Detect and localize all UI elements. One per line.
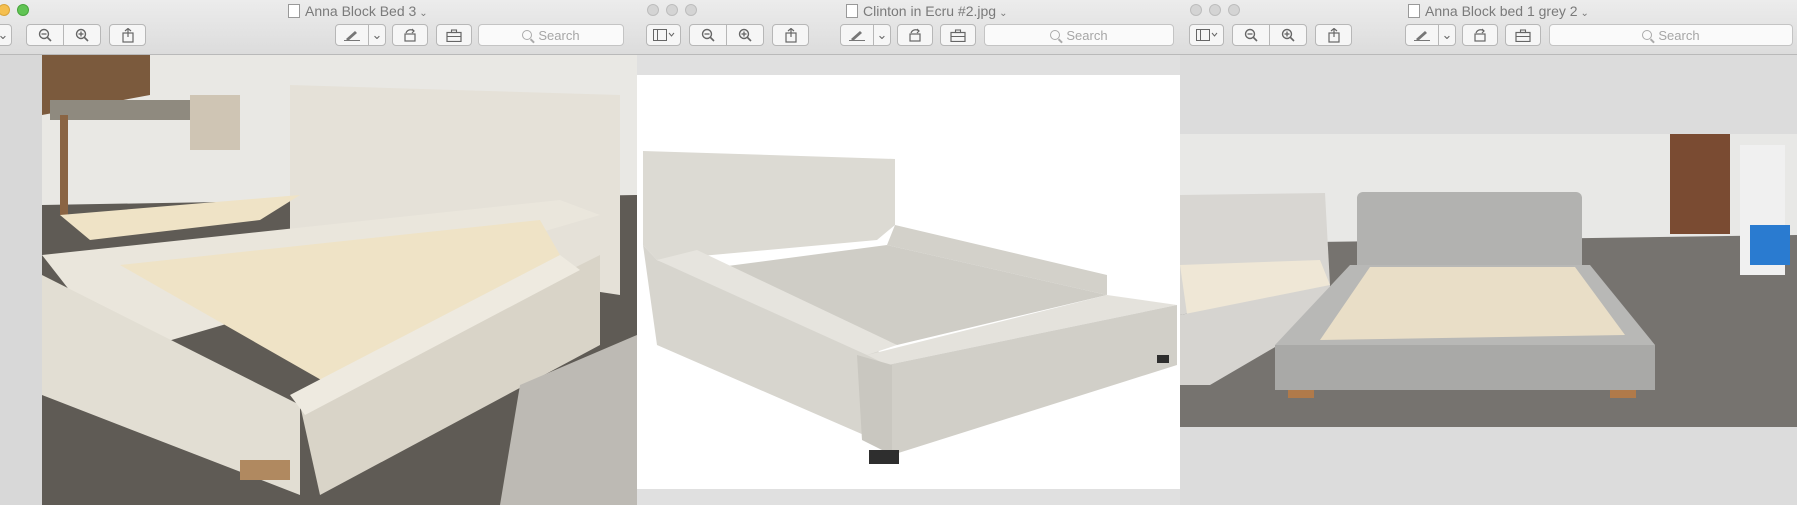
rotate-button[interactable] bbox=[897, 24, 933, 46]
chevron-down-icon: ⌄ bbox=[419, 8, 428, 19]
image-canvas bbox=[1180, 55, 1797, 505]
rotate-icon bbox=[404, 28, 416, 42]
bed-photo-anna-block-3 bbox=[0, 55, 637, 505]
window-2-traffic-lights bbox=[647, 3, 704, 21]
search-placeholder: Search bbox=[1066, 27, 1108, 43]
document-icon bbox=[1408, 4, 1420, 18]
share-button[interactable] bbox=[772, 24, 809, 46]
markup-button[interactable] bbox=[335, 24, 369, 46]
share-icon bbox=[784, 27, 797, 43]
rotate-button[interactable] bbox=[1462, 24, 1498, 46]
window-1-toolbar: Anna Block Bed 3 ⌄ ⌄ ⌄ Search bbox=[0, 0, 637, 55]
window-2-toolbar: Clinton in Ecru #2.jpg ⌄ ⌄ Search bbox=[637, 0, 1180, 55]
sidebar-menu-button[interactable]: ⌄ bbox=[0, 24, 12, 46]
zoom-out-icon bbox=[38, 28, 52, 42]
sidebar-button[interactable] bbox=[1189, 24, 1224, 46]
image-canvas bbox=[0, 55, 637, 505]
toolbox-icon bbox=[950, 28, 966, 42]
search-icon bbox=[522, 30, 533, 40]
bed-photo-clinton-ecru bbox=[637, 55, 1180, 505]
window-1-title-text: Anna Block Bed 3 bbox=[305, 3, 417, 19]
markup-pen-icon bbox=[1414, 31, 1430, 41]
chevron-down-icon: ⌄ bbox=[1441, 27, 1453, 42]
markup-pen-icon bbox=[849, 31, 865, 41]
zoom-in-icon bbox=[738, 28, 752, 42]
share-button[interactable] bbox=[1315, 24, 1352, 46]
document-icon bbox=[846, 4, 858, 18]
zoom-in-button[interactable] bbox=[1269, 24, 1307, 46]
zoom-out-icon bbox=[1244, 28, 1258, 42]
preview-window-3: Anna Block bed 1 grey 2 ⌄ ⌄ Search bbox=[1180, 0, 1797, 505]
zoom-in-button[interactable] bbox=[726, 24, 764, 46]
toolbox-icon bbox=[1515, 28, 1531, 42]
zoom-in-icon bbox=[75, 28, 89, 42]
zoom-button[interactable] bbox=[685, 4, 697, 16]
window-3-title[interactable]: Anna Block bed 1 grey 2 ⌄ bbox=[1408, 3, 1589, 19]
minimize-button[interactable] bbox=[666, 4, 678, 16]
search-placeholder: Search bbox=[1658, 27, 1700, 43]
markup-menu-button[interactable]: ⌄ bbox=[1438, 24, 1456, 46]
image-canvas bbox=[637, 55, 1180, 505]
minimize-button[interactable] bbox=[0, 4, 10, 16]
window-3-traffic-lights bbox=[1190, 3, 1247, 21]
markup-pen-icon bbox=[344, 31, 360, 41]
zoom-out-button[interactable] bbox=[26, 24, 64, 46]
toolbox-button[interactable] bbox=[436, 24, 472, 46]
zoom-out-icon bbox=[701, 28, 715, 42]
share-button[interactable] bbox=[109, 24, 146, 46]
toolbox-button[interactable] bbox=[940, 24, 976, 46]
search-field[interactable]: Search bbox=[478, 24, 624, 46]
share-icon bbox=[121, 27, 134, 43]
rotate-icon bbox=[1474, 28, 1486, 42]
search-placeholder: Search bbox=[538, 27, 580, 43]
rotate-icon bbox=[909, 28, 921, 42]
toolbox-button[interactable] bbox=[1505, 24, 1541, 46]
zoom-button[interactable] bbox=[1228, 4, 1240, 16]
markup-menu-button[interactable]: ⌄ bbox=[368, 24, 386, 46]
chevron-down-icon: ⌄ bbox=[0, 27, 9, 42]
search-icon bbox=[1642, 30, 1653, 40]
zoom-button[interactable] bbox=[17, 4, 29, 16]
window-3-title-text: Anna Block bed 1 grey 2 bbox=[1425, 3, 1578, 19]
zoom-out-button[interactable] bbox=[689, 24, 727, 46]
window-1-title[interactable]: Anna Block Bed 3 ⌄ bbox=[288, 3, 428, 19]
close-button[interactable] bbox=[647, 4, 659, 16]
search-field[interactable]: Search bbox=[1549, 24, 1793, 46]
search-field[interactable]: Search bbox=[984, 24, 1174, 46]
chevron-down-icon: ⌄ bbox=[1580, 8, 1589, 19]
sidebar-icon bbox=[652, 29, 674, 41]
rotate-button[interactable] bbox=[392, 24, 428, 46]
preview-window-2: Clinton in Ecru #2.jpg ⌄ ⌄ Search bbox=[637, 0, 1180, 505]
share-icon bbox=[1327, 27, 1340, 43]
markup-button[interactable] bbox=[840, 24, 874, 46]
zoom-in-icon bbox=[1281, 28, 1295, 42]
toolbox-icon bbox=[446, 28, 462, 42]
markup-button[interactable] bbox=[1405, 24, 1439, 46]
markup-menu-button[interactable]: ⌄ bbox=[873, 24, 891, 46]
window-2-title-text: Clinton in Ecru #2.jpg bbox=[863, 3, 997, 19]
preview-window-1: Anna Block Bed 3 ⌄ ⌄ ⌄ Search bbox=[0, 0, 637, 505]
sidebar-icon bbox=[1195, 29, 1217, 41]
window-1-traffic-lights bbox=[0, 3, 36, 21]
chevron-down-icon: ⌄ bbox=[371, 27, 383, 42]
bed-photo-anna-block-grey bbox=[1180, 55, 1797, 505]
window-2-title[interactable]: Clinton in Ecru #2.jpg ⌄ bbox=[846, 3, 1007, 19]
zoom-in-button[interactable] bbox=[63, 24, 101, 46]
chevron-down-icon: ⌄ bbox=[876, 27, 888, 42]
window-3-toolbar: Anna Block bed 1 grey 2 ⌄ ⌄ Search bbox=[1180, 0, 1797, 55]
search-icon bbox=[1050, 30, 1061, 40]
sidebar-button[interactable] bbox=[646, 24, 681, 46]
minimize-button[interactable] bbox=[1209, 4, 1221, 16]
zoom-out-button[interactable] bbox=[1232, 24, 1270, 46]
document-icon bbox=[288, 4, 300, 18]
chevron-down-icon: ⌄ bbox=[999, 8, 1008, 19]
close-button[interactable] bbox=[1190, 4, 1202, 16]
